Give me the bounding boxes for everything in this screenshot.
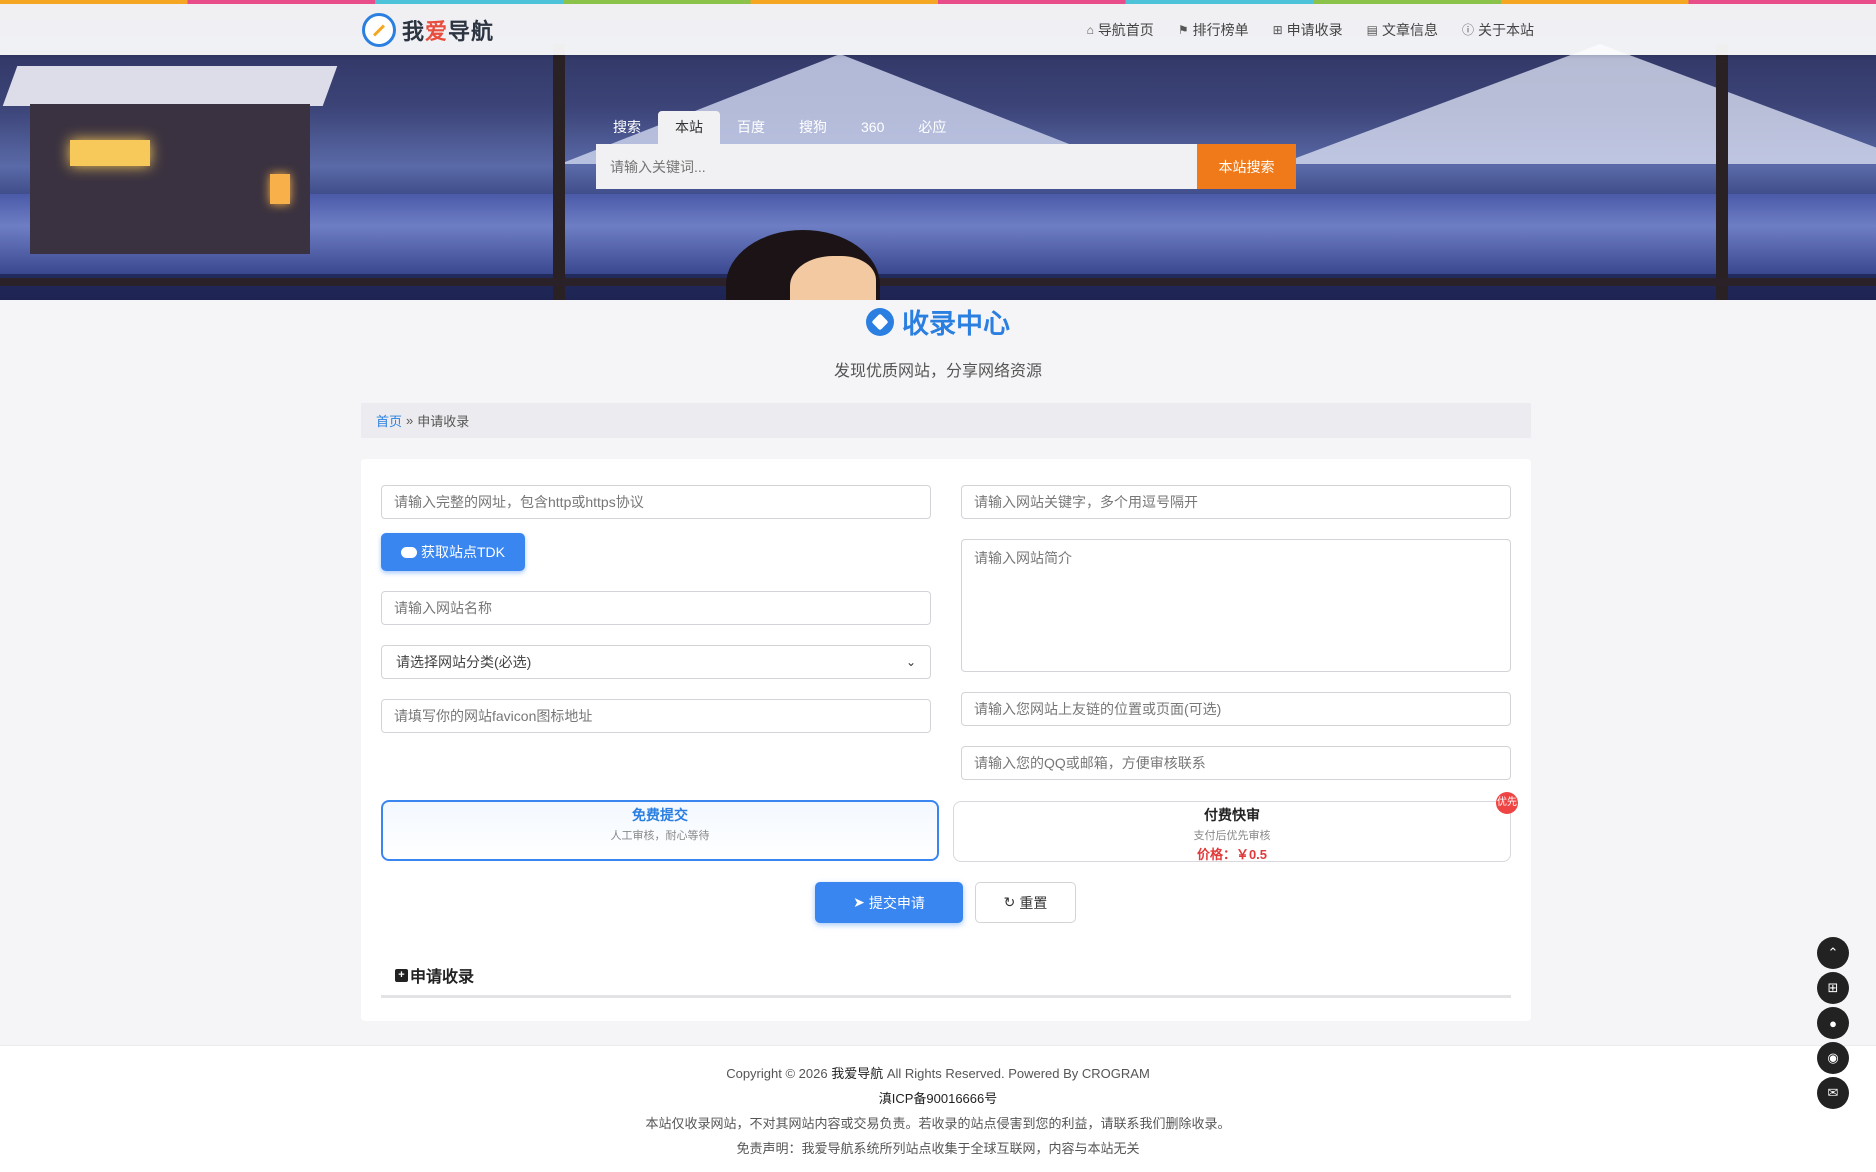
- nav-articles[interactable]: ▤ 文章信息: [1367, 20, 1438, 40]
- tab-360[interactable]: 360: [844, 111, 901, 144]
- paid-review-option[interactable]: 付费快审 支付后优先审核 价格：￥0.5 优先: [953, 792, 1518, 862]
- floating-toolbar: ⌃ ⊞ ● ◉ ✉: [1817, 937, 1849, 1109]
- page-title: 收录中心: [902, 309, 1010, 339]
- search-engine-tabs: 搜索 本站 百度 搜狗 360 必应: [596, 111, 963, 144]
- price-label: 价格：￥0.5: [1196, 847, 1268, 862]
- page-subtitle: 发现优质网站，分享网络资源: [833, 363, 1042, 380]
- url-input[interactable]: 请输入完整的网址，包含http或https协议: [381, 485, 931, 519]
- breadcrumb-current: 申请收录: [417, 414, 470, 429]
- section-divider: [381, 995, 1511, 998]
- intro-textarea[interactable]: 请输入网站简介: [961, 539, 1511, 672]
- window-pillar: [553, 44, 565, 300]
- mountain: [1280, 44, 1876, 164]
- house: [30, 104, 310, 254]
- plus-square-icon: ⊞: [1272, 22, 1283, 37]
- compass-icon: [362, 13, 396, 47]
- flag-icon: ⚑: [1177, 22, 1189, 37]
- mail-icon: ✉: [1827, 1085, 1839, 1100]
- main-nav: ⌂ 导航首页 ⚑ 排行榜单 ⊞ 申请收录 ▤ 文章信息 ⓘ 关于本站: [1087, 4, 1534, 55]
- search-button[interactable]: 本站搜索: [1197, 144, 1296, 189]
- house-window: [70, 140, 150, 166]
- nav-ranking[interactable]: ⚑ 排行榜单: [1178, 20, 1249, 40]
- reset-button[interactable]: ↻ 重置: [975, 882, 1076, 923]
- window-pillar: [1716, 44, 1728, 300]
- favicon-input[interactable]: 请填写你的网站favicon图标地址: [381, 699, 931, 733]
- nav-submit[interactable]: ⊞ 申请收录: [1273, 20, 1343, 40]
- refresh-icon: ↻: [1003, 894, 1016, 910]
- home-icon: ⌂: [1086, 22, 1094, 37]
- footer-notice: 本站仅收录网站，不对其网站内容或交易负责。若收录的站点侵害到您的利益，请联系我们…: [645, 1116, 1231, 1131]
- tab-bing[interactable]: 必应: [901, 111, 963, 144]
- arrow-up-icon: ⌃: [1827, 945, 1839, 960]
- breadcrumb-separator: »: [406, 413, 414, 428]
- book-icon: ▤: [1366, 22, 1378, 37]
- copyright: Copyright © 2026 我爱导航 All Rights Reserve…: [726, 1066, 1150, 1081]
- breadcrumb-home[interactable]: 首页: [376, 411, 402, 430]
- friend-link-input[interactable]: 请输入您网站上友链的位置或页面(可选): [961, 692, 1511, 726]
- tab-search[interactable]: 搜索: [596, 111, 658, 144]
- search-input[interactable]: [596, 144, 1197, 189]
- paper-plane-icon: ➤: [853, 894, 865, 910]
- page-header: 收录中心 发现优质网站，分享网络资源: [0, 302, 1876, 381]
- free-submit-option[interactable]: 免费提交 人工审核，耐心等待: [381, 800, 939, 861]
- mail-button[interactable]: ✉: [1817, 1077, 1849, 1109]
- footer: Copyright © 2026 我爱导航 All Rights Reserve…: [0, 1045, 1876, 1172]
- wechat-button[interactable]: ◉: [1817, 1042, 1849, 1074]
- chevron-down-icon: ⌄: [905, 655, 916, 669]
- fetch-tdk-button[interactable]: 获取站点TDK: [381, 533, 525, 571]
- plus-square-icon: ⊞: [1827, 980, 1839, 995]
- plus-square-icon: +: [395, 968, 408, 982]
- keywords-input[interactable]: 请输入网站关键字，多个用逗号隔开: [961, 485, 1511, 519]
- compass-icon: [866, 307, 894, 336]
- nav-about[interactable]: ⓘ 关于本站: [1462, 20, 1534, 40]
- qq-icon: ●: [1829, 1015, 1837, 1031]
- footer-disclaimer: 免责声明：我爱导航系统所列站点收集于全球互联网，内容与本站无关: [736, 1141, 1140, 1156]
- contact-input[interactable]: 请输入您的QQ或邮箱，方便审核联系: [961, 746, 1511, 780]
- search-bar: 本站搜索: [596, 144, 1296, 189]
- qq-button[interactable]: ●: [1817, 1007, 1849, 1039]
- icp-license[interactable]: 滇ICP备90016666号: [0, 1091, 1876, 1107]
- cloud-download-icon: [401, 546, 417, 558]
- house-window: [270, 174, 290, 204]
- wechat-icon: ◉: [1827, 1050, 1839, 1065]
- house-roof: [2, 66, 338, 106]
- section-heading: + 申请收录: [395, 963, 474, 987]
- info-icon: ⓘ: [1461, 23, 1474, 37]
- color-stripe: [0, 0, 1876, 4]
- priority-badge: 优先: [1496, 792, 1518, 814]
- site-name: 我爱导航: [402, 19, 495, 44]
- breadcrumb: 首页 » 申请收录: [361, 403, 1531, 438]
- tab-baidu[interactable]: 百度: [720, 111, 782, 144]
- site-logo[interactable]: 我爱导航: [362, 12, 494, 48]
- back-to-top-button[interactable]: ⌃: [1817, 937, 1849, 969]
- site-name-input[interactable]: 请输入网站名称: [381, 591, 931, 625]
- submit-shortcut-button[interactable]: ⊞: [1817, 972, 1849, 1004]
- category-select[interactable]: 请选择网站分类(必选) ⌄: [381, 645, 931, 679]
- railing: [0, 278, 1876, 286]
- tab-site[interactable]: 本站: [658, 111, 720, 144]
- tab-sogou[interactable]: 搜狗: [782, 111, 844, 144]
- nav-home[interactable]: ⌂ 导航首页: [1087, 20, 1154, 40]
- submit-button[interactable]: ➤ 提交申请: [815, 882, 963, 923]
- top-navbar: 我爱导航 ⌂ 导航首页 ⚑ 排行榜单 ⊞ 申请收录 ▤ 文章信息 ⓘ 关于本站: [0, 4, 1876, 55]
